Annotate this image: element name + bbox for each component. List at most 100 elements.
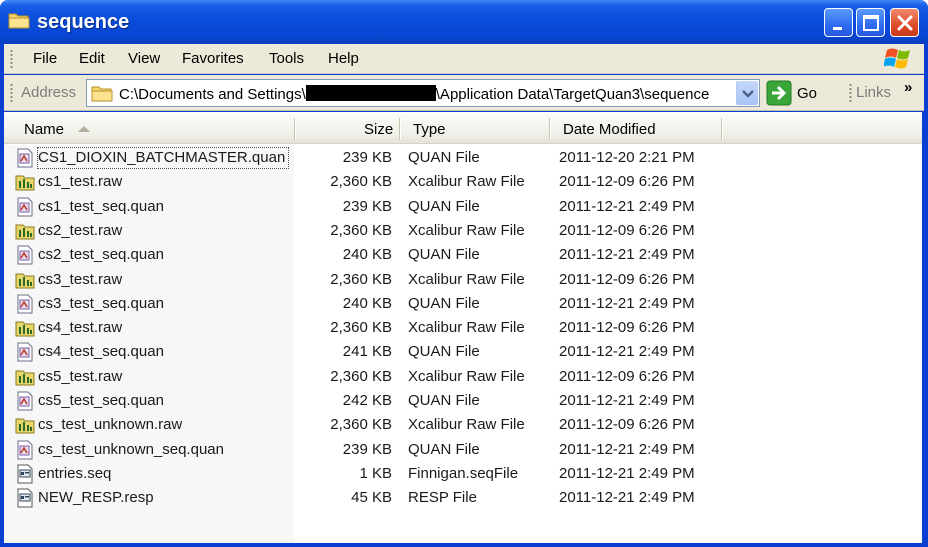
window-title: sequence — [37, 11, 130, 33]
quan-file-icon — [15, 391, 35, 411]
column-header-type[interactable]: Type — [413, 114, 446, 144]
file-list[interactable]: Name Size Type Date Modified CS1_DIOXIN_… — [4, 112, 922, 543]
file-type: QUAN File — [408, 246, 480, 264]
file-type: Xcalibur Raw File — [408, 319, 525, 337]
address-input[interactable]: C:\Documents and Settings\ \Application D… — [86, 79, 760, 107]
file-date-modified: 2011-12-21 2:49 PM — [559, 246, 695, 264]
menu-view[interactable]: View — [128, 50, 160, 67]
toolbar-grip[interactable] — [10, 83, 13, 103]
file-size: 2,360 KB — [330, 367, 392, 385]
menu-help[interactable]: Help — [328, 50, 359, 67]
file-date-modified: 2011-12-21 2:49 PM — [559, 343, 695, 361]
file-row[interactable]: cs_test_unknown_seq.quan 239 KB QUAN File 2… — [4, 438, 922, 462]
seq-file-icon — [15, 488, 35, 508]
file-size: 45 KB — [351, 489, 392, 507]
file-size: 240 KB — [342, 246, 392, 264]
file-date-modified: 2011-12-21 2:49 PM — [559, 392, 695, 409]
file-name: entries.seq — [38, 464, 112, 482]
title-bar[interactable]: sequence — [0, 0, 928, 44]
file-row[interactable]: cs4_test.raw 2,360 KB Xcalibur Raw File 201… — [4, 316, 922, 340]
close-button[interactable] — [890, 8, 919, 37]
file-size: 2,360 KB — [330, 270, 392, 288]
raw-file-icon — [15, 221, 35, 241]
file-row[interactable]: cs1_test.raw 2,360 KB Xcalibur Raw File 201… — [4, 170, 922, 194]
file-name: cs1_test.raw — [38, 173, 123, 191]
file-size: 242 KB — [342, 392, 392, 409]
file-row[interactable]: cs1_test_seq.quan 239 KB QUAN File 2011-12-… — [4, 195, 922, 219]
file-name: cs1_test_seq.quan — [38, 197, 164, 215]
file-size: 239 KB — [342, 440, 392, 458]
links-chevron-icon[interactable]: » — [904, 79, 912, 96]
file-size: 2,360 KB — [330, 416, 392, 434]
links-label[interactable]: Links — [856, 84, 891, 101]
column-divider[interactable] — [399, 118, 400, 140]
quan-file-icon — [15, 197, 35, 217]
file-row[interactable]: NEW_RESP.resp 45 KB RESP File 2011-12-21 2:… — [4, 486, 922, 510]
file-name: cs3_test_seq.quan — [38, 294, 164, 312]
file-size: 1 KB — [359, 464, 392, 482]
go-button[interactable]: Go — [766, 80, 840, 106]
column-divider[interactable] — [549, 118, 550, 140]
file-date-modified: 2011-12-09 6:26 PM — [559, 416, 695, 434]
file-row[interactable]: cs3_test.raw 2,360 KB Xcalibur Raw File 201… — [4, 268, 922, 292]
quan-file-icon — [15, 148, 35, 168]
file-name: cs3_test.raw — [38, 270, 123, 288]
menu-file[interactable]: File — [33, 50, 57, 67]
file-date-modified: 2011-12-21 2:49 PM — [559, 197, 695, 215]
file-row[interactable]: cs5_test_seq.quan 242 KB QUAN File 2011-12-… — [4, 389, 922, 413]
file-type: RESP File — [408, 489, 477, 507]
file-row[interactable]: CS1_DIOXIN_BATCHMASTER.quan 239 KB QUAN Fi… — [4, 146, 922, 170]
column-divider[interactable] — [294, 118, 295, 140]
column-header-date[interactable]: Date Modified — [563, 114, 656, 144]
file-type: QUAN File — [408, 440, 480, 458]
folder-icon — [91, 86, 113, 102]
address-dropdown-button[interactable] — [736, 81, 758, 105]
file-row[interactable]: cs5_test.raw 2,360 KB Xcalibur Raw File 201… — [4, 365, 922, 389]
file-name: NEW_RESP.resp — [38, 489, 154, 507]
toolbar-grip[interactable] — [10, 49, 13, 69]
file-type: Xcalibur Raw File — [408, 367, 525, 385]
file-row[interactable]: cs2_test_seq.quan 240 KB QUAN File 2011-12-… — [4, 243, 922, 267]
file-name: CS1_DIOXIN_BATCHMASTER.quan — [38, 149, 286, 166]
file-type: QUAN File — [408, 392, 480, 409]
quan-file-icon — [15, 294, 35, 314]
raw-file-icon — [15, 367, 35, 387]
folder-icon — [8, 13, 30, 29]
file-date-modified: 2011-12-09 6:26 PM — [559, 173, 695, 191]
file-size: 2,360 KB — [330, 173, 392, 191]
file-name: cs5_test_seq.quan — [38, 392, 164, 409]
file-name: cs4_test_seq.quan — [38, 343, 164, 361]
column-header-size[interactable]: Size — [364, 114, 393, 144]
file-type: QUAN File — [408, 343, 480, 361]
file-size: 239 KB — [342, 197, 392, 215]
file-row[interactable]: cs3_test_seq.quan 240 KB QUAN File 2011-12-… — [4, 292, 922, 316]
file-name: cs_test_unknown.raw — [38, 416, 183, 434]
menu-tools[interactable]: Tools — [269, 50, 304, 67]
file-date-modified: 2011-12-09 6:26 PM — [559, 319, 695, 337]
go-arrow-icon — [766, 80, 792, 106]
file-row[interactable]: cs2_test.raw 2,360 KB Xcalibur Raw File 201… — [4, 219, 922, 243]
column-header-name[interactable]: Name — [24, 114, 64, 144]
minimize-button[interactable] — [824, 8, 853, 37]
file-row[interactable]: cs_test_unknown.raw 2,360 KB Xcalibur Raw … — [4, 413, 922, 437]
file-date-modified: 2011-12-21 2:49 PM — [559, 464, 695, 482]
windows-logo-icon — [884, 48, 910, 69]
quan-file-icon — [15, 245, 35, 265]
file-row[interactable]: cs4_test_seq.quan 241 KB QUAN File 2011-12-… — [4, 340, 922, 364]
column-divider[interactable] — [721, 118, 722, 140]
maximize-button[interactable] — [856, 8, 885, 37]
file-name: cs2_test_seq.quan — [38, 246, 164, 264]
redacted-username — [305, 85, 436, 101]
file-name: cs_test_unknown_seq.quan — [38, 440, 224, 458]
file-date-modified: 2011-12-20 2:21 PM — [559, 149, 695, 166]
seq-file-icon — [15, 464, 35, 484]
go-label: Go — [797, 85, 818, 102]
menu-bar: File Edit View Favorites Tools Help — [4, 44, 924, 74]
file-date-modified: 2011-12-21 2:49 PM — [559, 294, 695, 312]
file-row[interactable]: entries.seq 1 KB Finnigan.seqFile 2011-12-2… — [4, 462, 922, 486]
file-size: 2,360 KB — [330, 319, 392, 337]
menu-favorites[interactable]: Favorites — [182, 50, 244, 67]
file-type: QUAN File — [408, 197, 480, 215]
toolbar-grip[interactable] — [849, 83, 852, 103]
menu-edit[interactable]: Edit — [79, 50, 105, 67]
